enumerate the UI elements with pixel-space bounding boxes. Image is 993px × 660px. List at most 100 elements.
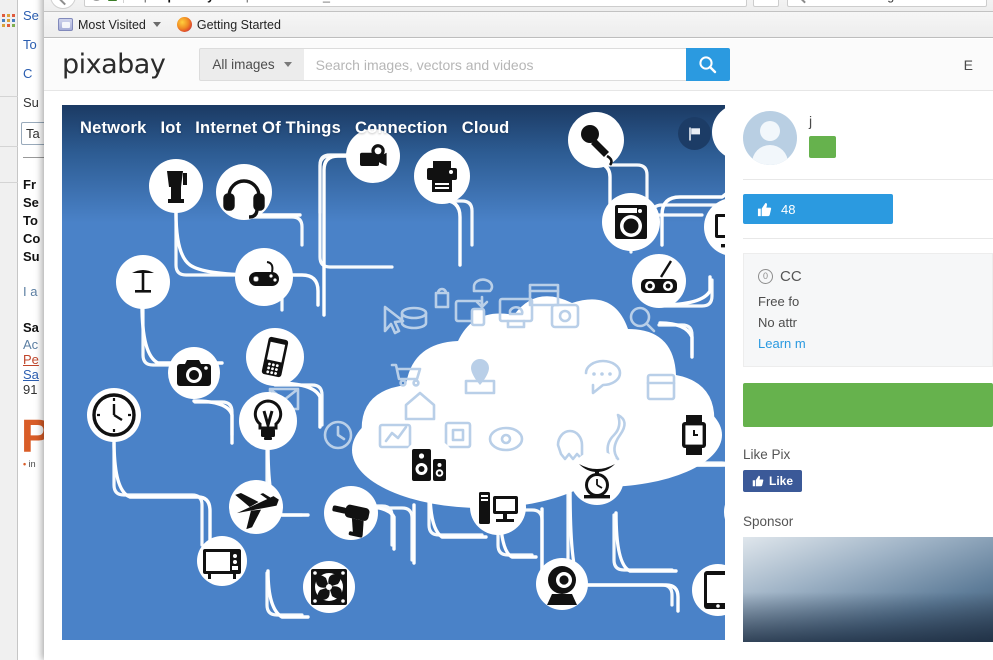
category-dropdown[interactable]: All images xyxy=(199,48,304,81)
shopping-bag-icon xyxy=(434,287,450,309)
node-washing-machine-icon xyxy=(602,193,660,251)
cart-wheel-left xyxy=(399,379,407,387)
node-blender-icon xyxy=(149,159,203,213)
facebook-like-button[interactable]: Like xyxy=(743,470,803,492)
sponsored-label: Sponsor xyxy=(743,514,794,529)
bookmark-most-visited-label: Most Visited xyxy=(78,17,146,32)
image-preview[interactable]: Network Iot Internet Of Things Connectio… xyxy=(62,105,725,640)
browser-search-value: internet of things xyxy=(808,0,900,3)
back-button[interactable] xyxy=(50,0,76,9)
iot-network-graphic xyxy=(87,108,725,619)
sidebar-divider-2 xyxy=(743,238,993,239)
node-smartphone-icon xyxy=(246,328,304,386)
node-vacuum-icon xyxy=(712,108,725,156)
license-learn-more-link[interactable]: Learn m xyxy=(758,336,806,351)
cursor-arrow-icon xyxy=(383,305,405,335)
database-icon xyxy=(400,306,428,320)
license-header: 0 CC xyxy=(758,266,978,287)
node-headphones-icon xyxy=(216,164,272,220)
info-icon[interactable]: i xyxy=(91,0,102,1)
node-telephone-icon xyxy=(724,504,725,520)
firefox-icon xyxy=(176,17,192,32)
lock-icon xyxy=(108,0,117,1)
search-icon xyxy=(699,56,717,74)
license-line-1: Free fo xyxy=(758,294,800,309)
image-tag-1[interactable]: Iot xyxy=(161,119,182,138)
address-bar-text: https://pixabay.com/p-762707/?no_redirec… xyxy=(130,0,372,3)
avatar[interactable] xyxy=(743,111,797,165)
chevron-down-icon xyxy=(283,62,292,67)
magnifier-handle xyxy=(645,322,656,333)
node-tv-icon xyxy=(197,536,247,586)
image-tag-4[interactable]: Cloud xyxy=(462,119,510,138)
node-kitchen-scale-icon xyxy=(570,451,624,505)
reload-button[interactable]: ↻ xyxy=(753,0,779,7)
image-tag-2[interactable]: Internet Of Things xyxy=(195,119,341,138)
node-wall-clock-icon xyxy=(87,388,141,442)
node-printer-icon xyxy=(414,148,470,204)
node-microphone-icon xyxy=(568,112,624,168)
like-count: 48 xyxy=(781,201,796,217)
sidebar-divider-1 xyxy=(743,179,993,180)
clock-hands xyxy=(336,425,346,441)
responsive-device-small xyxy=(470,307,486,327)
node-floor-lamp-icon xyxy=(116,255,170,309)
pixabay-header: pixabay All images Search images, vector… xyxy=(44,39,993,91)
node-airplane-icon xyxy=(229,480,283,534)
pixabay-search: All images Search images, vectors and vi… xyxy=(199,48,730,81)
nav-explore-link[interactable]: E xyxy=(964,57,975,73)
node-smartwatch-icon xyxy=(667,408,721,462)
node-drill-icon xyxy=(324,486,378,540)
image-sidebar: j 48 0 CC Free fo No attr Learn m Like P… xyxy=(743,105,993,642)
url-divider xyxy=(123,0,124,3)
node-camera-icon xyxy=(168,347,220,399)
download-button[interactable] xyxy=(743,383,993,427)
node-speakers-icon xyxy=(402,438,456,492)
search-input[interactable]: Search images, vectors and videos xyxy=(303,48,686,81)
follow-button[interactable] xyxy=(809,136,837,158)
pixabay-page: pixabay All images Search images, vector… xyxy=(44,39,993,660)
app-grid-icon xyxy=(2,14,15,27)
bookmark-getting-started[interactable]: Getting Started xyxy=(173,15,285,34)
bookmark-most-visited[interactable]: Most Visited xyxy=(54,16,165,34)
cloud-monitor-cloud xyxy=(508,305,524,316)
image-tag-3[interactable]: Connection xyxy=(355,119,448,138)
node-tablet-icon xyxy=(692,564,725,616)
pixabay-logo[interactable]: pixabay xyxy=(62,49,166,80)
license-title: CC xyxy=(780,268,802,285)
node-monitor-icon xyxy=(704,199,725,255)
node-fan-icon xyxy=(303,561,355,613)
like-button[interactable]: 48 xyxy=(743,194,893,224)
node-radio-icon xyxy=(632,254,686,308)
browser-search-input[interactable]: internet of things xyxy=(787,0,987,7)
browser-toolbar: i https://pixabay.com/p-762707/?no_redir… xyxy=(44,0,993,12)
node-gamepad-icon xyxy=(235,248,293,306)
node-webcam-icon xyxy=(536,558,588,610)
bookmarks-toolbar: Most Visited Getting Started xyxy=(44,12,993,38)
node-desktop-pc-icon xyxy=(470,479,526,535)
browser-window: i https://pixabay.com/p-762707/?no_redir… xyxy=(44,0,993,660)
node-light-bulb-icon xyxy=(239,392,297,450)
bookmark-getting-started-label: Getting Started xyxy=(196,17,281,32)
license-line-2: No attr xyxy=(758,315,798,330)
page-body: Network Iot Internet Of Things Connectio… xyxy=(44,91,993,642)
cc-zero-icon: 0 xyxy=(758,269,773,284)
image-tag-0[interactable]: Network xyxy=(80,119,147,138)
background-window-toolstrip xyxy=(0,0,18,660)
uploader-block: j xyxy=(743,107,993,179)
license-box: 0 CC Free fo No attr Learn m xyxy=(743,253,993,367)
thumbs-up-icon xyxy=(757,202,772,216)
sponsored-ad-image[interactable] xyxy=(743,537,993,642)
like-pixabay-label: Like Pix xyxy=(743,447,791,462)
folder-icon xyxy=(58,18,73,31)
image-tag-list: Network Iot Internet Of Things Connectio… xyxy=(80,119,509,138)
category-dropdown-label: All images xyxy=(212,57,275,72)
chevron-down-icon xyxy=(152,22,161,27)
uploader-name[interactable]: j xyxy=(809,111,836,131)
thumbs-up-icon xyxy=(752,475,764,487)
flag-image-button[interactable] xyxy=(678,117,711,150)
address-bar[interactable]: i https://pixabay.com/p-762707/?no_redir… xyxy=(84,0,747,7)
facebook-like-label: Like xyxy=(769,474,794,488)
flag-icon xyxy=(688,127,700,140)
search-button[interactable] xyxy=(685,48,730,81)
